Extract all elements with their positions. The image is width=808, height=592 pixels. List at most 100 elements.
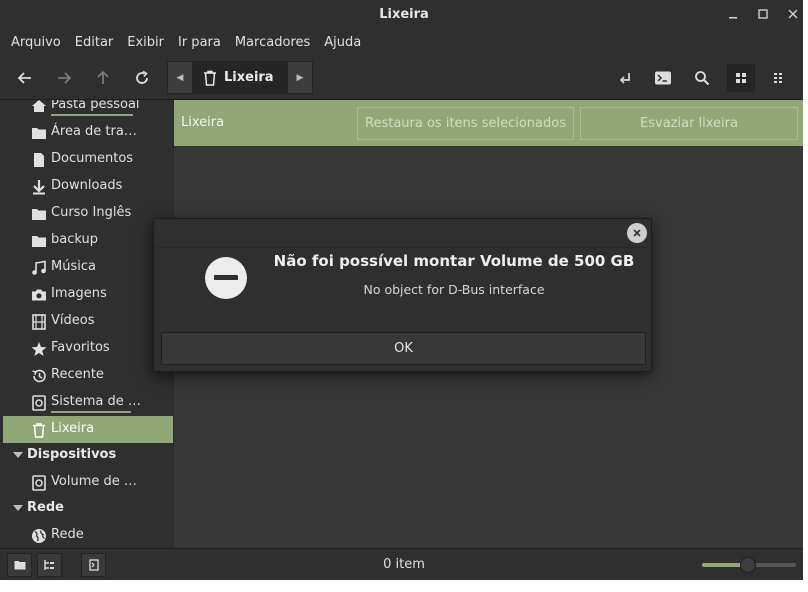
path-bar: ◀ Lixeira ▶: [167, 61, 313, 94]
menu-editar[interactable]: Editar: [68, 35, 121, 50]
menu-arquivo[interactable]: Arquivo: [4, 35, 68, 50]
section-title: Dispositivos: [27, 447, 117, 462]
path-scroll-left-button[interactable]: ◀: [167, 61, 193, 94]
arrow-left-icon: [17, 72, 31, 84]
window-controls: [726, 0, 800, 28]
sidebar-section-devices[interactable]: Dispositivos: [0, 442, 173, 469]
menu-exibir[interactable]: Exibir: [120, 35, 171, 50]
maximize-icon[interactable]: [756, 7, 770, 21]
zoom-slider-handle[interactable]: [740, 557, 757, 573]
location-toggle-icon: [619, 73, 630, 84]
empty-trash-button[interactable]: Esvaziar lixeira: [580, 107, 798, 140]
screen-edge-right: [803, 0, 808, 580]
sidebar-item-label: Lixeira: [51, 421, 95, 436]
folder-icon: [32, 236, 46, 247]
star-icon: [31, 342, 47, 356]
dialog-close-button[interactable]: [627, 223, 647, 243]
sidebar-item-label: Rede: [51, 527, 84, 542]
back-button[interactable]: [11, 64, 39, 92]
sidebar-item-label: Favoritos: [51, 340, 110, 355]
terminal-button[interactable]: [649, 64, 677, 92]
sidebar: Pasta pessoal Área de tra… Documentos Do…: [0, 100, 173, 548]
toggle-location-button[interactable]: [611, 64, 639, 92]
list-view-button[interactable]: [766, 64, 794, 92]
home-icon: [32, 100, 46, 112]
sidebar-item-label: Recente: [51, 367, 104, 382]
sidebar-item-label: Área de tra…: [51, 124, 137, 139]
expand-triangle-icon: [13, 505, 23, 511]
sidebar-item-label: Downloads: [51, 178, 123, 193]
menu-bar: Arquivo Editar Exibir Ir para Marcadores…: [0, 28, 808, 56]
grid-icon: [736, 73, 746, 83]
sidebar-item-downloads[interactable]: Downloads: [3, 173, 173, 200]
sidebar-item-label: Imagens: [51, 286, 107, 301]
arrow-up-icon: [97, 70, 109, 84]
zoom-slider[interactable]: [702, 557, 796, 573]
sidebar-item-home[interactable]: Pasta pessoal: [3, 100, 173, 119]
sidebar-item-pictures[interactable]: Imagens: [3, 281, 173, 308]
sidebar-section-network[interactable]: Rede: [0, 495, 173, 522]
close-icon: [633, 229, 641, 237]
sidebar-item-desktop[interactable]: Área de tra…: [3, 119, 173, 146]
history-icon: [32, 369, 46, 383]
sidebar-item-label: Vídeos: [51, 313, 95, 328]
sidebar-item-recent[interactable]: Recente: [3, 362, 173, 389]
icon-view-button[interactable]: [727, 64, 755, 92]
error-dialog: Não foi possível montar Volume de 500 GB…: [153, 218, 652, 372]
music-icon: [32, 260, 46, 275]
path-scroll-right-button[interactable]: ▶: [287, 61, 313, 94]
dialog-message: No object for D-Bus interface: [363, 282, 545, 297]
sidebar-item-favorites[interactable]: Favoritos: [3, 335, 173, 362]
usage-bar: [51, 411, 131, 413]
document-icon: [34, 153, 44, 167]
path-crumb-current[interactable]: Lixeira: [193, 61, 287, 94]
usage-bar: [51, 114, 133, 116]
sidebar-item-label: Documentos: [51, 151, 134, 166]
reload-button[interactable]: [128, 64, 156, 92]
drive-icon: [32, 475, 46, 491]
sidebar-item-documents[interactable]: Documentos: [3, 146, 173, 173]
download-icon: [33, 180, 45, 195]
section-title: Rede: [27, 500, 64, 515]
status-bar: 0 item: [0, 548, 808, 580]
sidebar-item-music[interactable]: Música: [3, 254, 173, 281]
sidebar-item-trash[interactable]: Lixeira: [3, 416, 173, 443]
globe-icon: [32, 529, 46, 543]
expand-triangle-icon: [13, 452, 23, 458]
sidebar-item-backup[interactable]: backup: [3, 227, 173, 254]
sidebar-item-volume[interactable]: Volume de …: [3, 469, 173, 496]
window-title: Lixeira: [379, 6, 429, 22]
sidebar-item-label: Volume de …: [51, 474, 137, 489]
trash-icon: [204, 70, 216, 86]
restore-items-button[interactable]: Restaura os itens selecionados: [357, 107, 574, 140]
sidebar-item-label: Música: [51, 259, 96, 274]
menu-ajuda[interactable]: Ajuda: [317, 35, 368, 50]
sidebar-item-label: Sistema de …: [51, 394, 141, 409]
minimize-icon[interactable]: [726, 7, 740, 21]
close-window-icon[interactable]: [786, 7, 800, 21]
trash-icon: [33, 423, 45, 438]
up-button[interactable]: [89, 64, 117, 92]
screen-edge-bottom: [0, 580, 808, 592]
menu-ir-para[interactable]: Ir para: [171, 35, 228, 50]
camera-icon: [32, 289, 46, 301]
folder-icon: [32, 128, 46, 139]
sidebar-item-curso-ingles[interactable]: Curso Inglês: [3, 200, 173, 227]
sidebar-item-label: Pasta pessoal: [51, 100, 140, 112]
terminal-icon: [655, 71, 671, 85]
search-button[interactable]: [688, 64, 716, 92]
sidebar-item-videos[interactable]: Vídeos: [3, 308, 173, 335]
dialog-divider: [154, 247, 651, 248]
trash-info-bar: Lixeira Restaura os itens selecionados E…: [174, 100, 803, 146]
status-item-count: 0 item: [383, 557, 425, 572]
forward-button[interactable]: [50, 64, 78, 92]
folder-icon: [32, 209, 46, 220]
menu-marcadores[interactable]: Marcadores: [228, 35, 317, 50]
trash-bar-title: Lixeira: [181, 115, 225, 130]
sidebar-item-network[interactable]: Rede: [3, 522, 173, 548]
search-icon: [695, 71, 710, 86]
path-crumb-label: Lixeira: [224, 70, 274, 85]
dialog-title: Não foi possível montar Volume de 500 GB: [273, 252, 635, 270]
dialog-ok-button[interactable]: OK: [161, 332, 646, 365]
arrow-right-icon: [58, 72, 72, 84]
